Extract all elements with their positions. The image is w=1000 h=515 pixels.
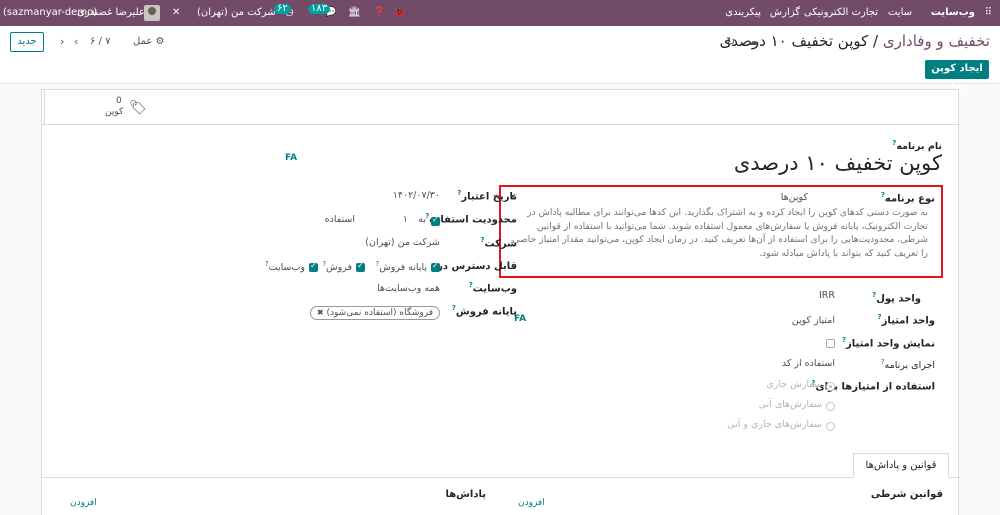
validity-label: تاریخ اعتبار?	[457, 189, 517, 202]
top-navbar: ⠿ وب‌سایت سایت تجارت الکترونیکی گزارش پی…	[0, 0, 1000, 26]
website-label: وب‌سایت?	[469, 281, 517, 294]
show-point-unit-label-text: نمایش واحد امتیاز	[846, 338, 935, 350]
new-button[interactable]: جدید	[10, 32, 44, 52]
trigger-label-text: اجرای برنامه	[884, 360, 935, 372]
apps-grid-icon[interactable]: ⠿	[985, 0, 992, 26]
usage-limit-checkbox[interactable]	[431, 215, 440, 226]
currency-label-text: واحد پول	[876, 293, 921, 305]
cloud-save-icon[interactable]: ☁	[748, 35, 759, 48]
program-type-description: به صورت دستی کدهای کوپن را ایجاد کرده و …	[512, 207, 928, 259]
tab-rules-rewards[interactable]: قوانین و پاداش‌ها	[853, 453, 949, 478]
radio-future-orders-label: سفارش‌های آتی	[758, 399, 822, 410]
pager-prev-icon[interactable]: ‹	[60, 35, 64, 48]
user-name[interactable]: علیرضا غضنفری	[77, 0, 145, 26]
app-name[interactable]: وب‌سایت	[931, 0, 975, 26]
company-switcher[interactable]: شرکت من (تهران)	[197, 0, 276, 26]
user-avatar[interactable]	[144, 5, 160, 21]
radio-future-orders[interactable]	[826, 402, 835, 411]
menu-report[interactable]: گزارش	[770, 0, 800, 26]
company-value[interactable]: شرکت من (تهران)	[365, 237, 440, 248]
point-unit-label: واحد امتیاز?	[878, 313, 935, 326]
pos-tag-text: فروشگاه (استفاده نمی‌شود)	[326, 308, 433, 318]
bug-icon[interactable]: 🐞	[393, 0, 405, 26]
pos-tag[interactable]: فروشگاه (استفاده نمی‌شود) ✖	[309, 306, 440, 320]
available-pos-label-text: پایانه فروش	[379, 262, 427, 274]
coupons-smart-button[interactable]: 🏷 0 کوپن	[44, 90, 160, 125]
available-sales-label-text: فروش	[326, 262, 352, 274]
message-badge: ۱۸۳	[308, 4, 331, 14]
tab-divider	[42, 477, 960, 478]
action-menu[interactable]: ⚙ عمل	[133, 36, 164, 47]
help-icon[interactable]: ❓	[373, 0, 385, 26]
usage-limit-prefix: به	[418, 214, 426, 225]
action-label: عمل	[133, 36, 153, 47]
menu-ecommerce[interactable]: تجارت الکترونیکی	[804, 0, 878, 26]
activity-badge: ۶۲	[274, 4, 291, 14]
website-label-text: وب‌سایت	[472, 283, 517, 295]
program-name-input[interactable]: کوپن تخفیف ۱۰ درصدی	[734, 151, 942, 175]
company-label: شرکت?	[480, 236, 517, 249]
radio-current-future-orders-label: سفارش‌های جاری و آتی	[727, 419, 822, 430]
form-sheet: 🏷 0 کوپن نام برنامه? کوپن تخفیف ۱۰ درصدی…	[41, 89, 960, 515]
validity-label-text: تاریخ اعتبار	[461, 191, 517, 203]
trigger-label: اجرای برنامه?	[881, 358, 935, 371]
conditional-rules-heading: قوانین شرطی	[870, 489, 943, 500]
available-on-label: قابل دسترس در	[437, 261, 517, 272]
available-pos-label: پایانه فروش?	[375, 260, 427, 273]
validity-date-input[interactable]: ۱۴۰۲/۰۷/۳۰	[393, 190, 440, 201]
currency-value[interactable]: IRR	[819, 290, 835, 301]
debug-tools-icon[interactable]: ✕	[172, 0, 180, 26]
menu-site[interactable]: سایت	[888, 0, 912, 26]
add-reward-link[interactable]: افزودن	[70, 498, 97, 508]
website-value[interactable]: همه وب‌سایت‌ها	[377, 283, 440, 294]
gear-icon: ⚙	[155, 36, 165, 47]
breadcrumb: تخفیف و وفاداری / کوپن تخفیف ۱۰ درصدی	[720, 32, 990, 50]
company-label-text: شرکت	[484, 238, 517, 250]
control-panel: تخفیف و وفاداری / کوپن تخفیف ۱۰ درصدی ☁ …	[0, 26, 1000, 92]
pager-value[interactable]: ۷ / ۶	[90, 36, 110, 47]
breadcrumb-separator: /	[873, 32, 879, 50]
lang-button[interactable]: FA	[285, 153, 297, 163]
point-unit-label-text: واحد امتیاز	[881, 315, 935, 327]
radio-current-order[interactable]	[826, 382, 835, 391]
program-type-select[interactable]: کوپن‌ها	[781, 192, 808, 203]
close-icon[interactable]: ✖	[317, 308, 324, 317]
available-website-label: وب‌سایت?	[265, 260, 305, 273]
rewards-heading: پاداش‌ها	[445, 489, 486, 500]
breadcrumb-current: کوپن تخفیف ۱۰ درصدی	[719, 32, 869, 50]
menu-config[interactable]: پیکربندی	[725, 0, 761, 26]
button-box: 🏷 0 کوپن	[42, 90, 960, 125]
pos-label: پایانه فروش?	[452, 304, 517, 317]
coupon-count: 0	[116, 96, 122, 106]
pager-next-icon[interactable]: ›	[74, 35, 78, 48]
radio-current-order-label: سفارش جاری	[766, 379, 822, 390]
tags-icon: 🏷	[129, 100, 147, 116]
show-point-unit-label: نمایش واحد امتیاز?	[842, 336, 935, 349]
available-website-checkbox[interactable]	[309, 261, 318, 272]
discard-icon[interactable]: ↻	[726, 35, 735, 48]
point-unit-input[interactable]: امتیاز کوپن	[792, 315, 835, 326]
coupon-label: کوپن	[105, 107, 124, 117]
trigger-value[interactable]: استفاده از کد	[782, 358, 835, 369]
add-rule-link[interactable]: افزودن	[518, 498, 545, 508]
radio-current-future-orders[interactable]	[826, 422, 835, 431]
available-pos-checkbox[interactable]	[431, 261, 440, 272]
available-sales-label: فروش?	[322, 260, 352, 273]
show-point-unit-checkbox[interactable]	[826, 339, 835, 348]
usage-limit-label-text: محدودیت استفاده	[429, 214, 517, 226]
program-type-highlight: کوپن‌ها ▾ به صورت دستی کدهای کوپن را ایج…	[499, 185, 943, 278]
usage-limit-suffix: استفاده	[324, 214, 355, 225]
pos-label-text: پایانه فروش	[455, 306, 517, 318]
bank-icon[interactable]: 🏛	[348, 0, 361, 26]
breadcrumb-parent[interactable]: تخفیف و وفاداری	[883, 32, 990, 50]
usage-limit-value[interactable]: ۱	[403, 214, 408, 225]
available-website-label-text: وب‌سایت	[268, 262, 305, 274]
available-sales-checkbox[interactable]	[356, 261, 365, 272]
currency-label: واحد پول?	[872, 291, 921, 304]
generate-coupons-button[interactable]: ایجاد کوپن ها	[925, 60, 989, 92]
